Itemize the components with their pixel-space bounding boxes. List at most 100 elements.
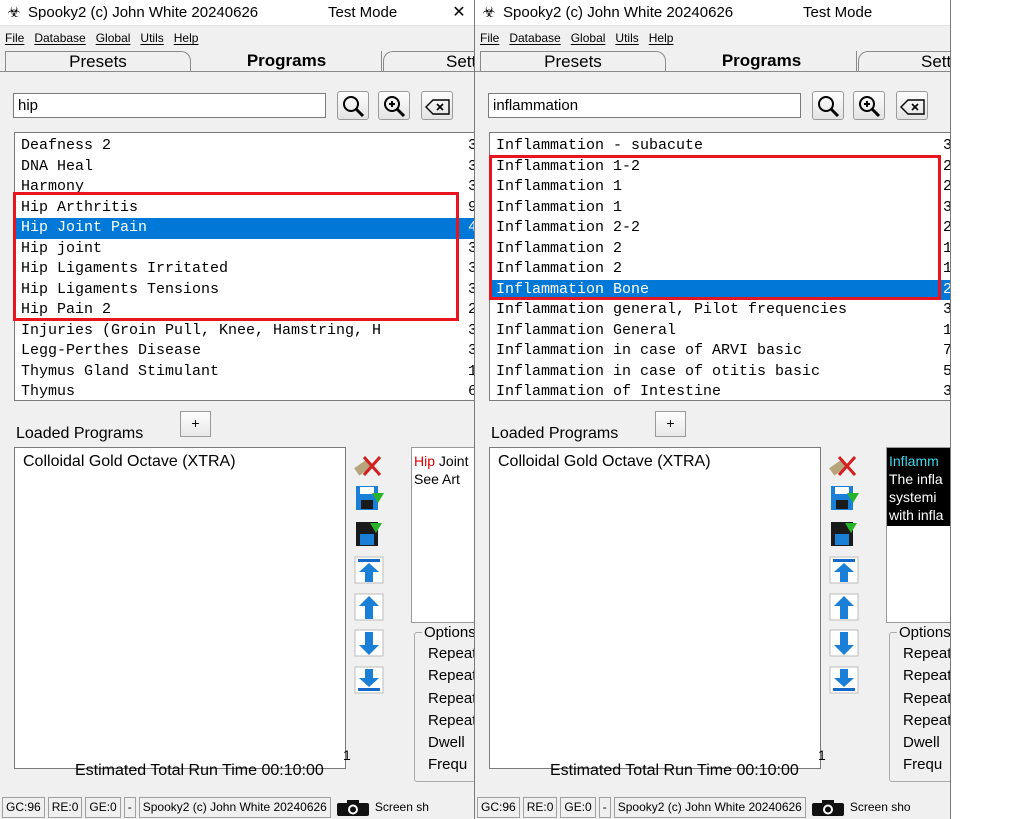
program-search-results[interactable]: Deafness 23DNA Heal3Harmony3Hip Arthriti… [14, 132, 475, 401]
option-frequency[interactable]: Frequ [903, 756, 942, 773]
menu-global[interactable]: Global [96, 31, 131, 45]
program-list-item[interactable]: Inflammation Bone 2 [490, 279, 950, 300]
search-button[interactable] [812, 91, 844, 120]
program-name: Hip joint [21, 239, 103, 257]
menu-database[interactable]: Database [509, 31, 560, 45]
tab-settings[interactable]: Settings [383, 51, 475, 72]
move-down-button[interactable] [352, 628, 386, 658]
screenshot-button[interactable] [334, 797, 372, 818]
clear-search-button[interactable] [896, 91, 928, 120]
spooky-app-icon: ☣ [7, 4, 21, 21]
add-program-button[interactable]: + [180, 411, 211, 437]
save-preset-button[interactable] [352, 483, 386, 513]
move-down-icon [354, 629, 384, 657]
menu-file[interactable]: File [5, 31, 24, 45]
program-list-item[interactable]: Inflammation - subacute 3 [490, 136, 950, 157]
program-list-item[interactable]: Inflammation 1 3 [490, 198, 950, 219]
program-name: Inflammation 1 [496, 178, 623, 195]
option-repeat-1[interactable]: Repeat [428, 645, 475, 662]
program-list-item[interactable]: Inflammation of Intestine 3 [490, 382, 950, 400]
save-preset-button[interactable] [827, 483, 861, 513]
program-list-item[interactable]: Hip joint3 [15, 239, 475, 260]
program-list-item[interactable]: Harmony3 [15, 177, 475, 198]
loaded-program-item[interactable]: Colloidal Gold Octave (XTRA) [498, 453, 711, 471]
option-dwell[interactable]: Dwell [428, 734, 465, 751]
option-repeat-1[interactable]: Repeat [903, 645, 950, 662]
loaded-program-item[interactable]: Colloidal Gold Octave (XTRA) [23, 453, 236, 471]
option-repeat-2[interactable]: Repeat [428, 667, 475, 684]
close-button[interactable]: ✕ [444, 1, 474, 25]
tab-settings[interactable]: Settings [858, 51, 950, 72]
remove-program-button[interactable] [352, 449, 386, 479]
option-repeat-4[interactable]: Repeat [428, 712, 475, 729]
load-preset-button[interactable] [827, 519, 861, 549]
program-list-item[interactable]: Hip Joint Pain4 [15, 218, 475, 239]
loaded-programs-list[interactable]: Colloidal Gold Octave (XTRA) [489, 447, 821, 769]
screenshot-button[interactable] [809, 797, 847, 818]
program-list-item[interactable]: Inflammation 2-2 2 [490, 218, 950, 239]
move-down-button[interactable] [827, 628, 861, 658]
program-list-item[interactable]: Deafness 23 [15, 136, 475, 157]
search-input[interactable] [488, 93, 801, 118]
add-program-button[interactable]: + [655, 411, 686, 437]
menu-help[interactable]: Help [649, 31, 674, 45]
status-ge: GE:0 [85, 796, 121, 818]
program-count: 1 [943, 239, 950, 260]
clear-search-button[interactable] [421, 91, 453, 120]
program-list-item[interactable]: Hip Arthritis9 [15, 198, 475, 219]
tab-presets[interactable]: Presets [480, 51, 666, 72]
program-list-item[interactable]: Hip Ligaments Tensions3 [15, 280, 475, 301]
estimated-run-time: Estimated Total Run Time 00:10:00 [550, 762, 799, 779]
menu-help[interactable]: Help [174, 31, 199, 45]
load-preset-button[interactable] [352, 519, 386, 549]
search-input[interactable] [13, 93, 326, 118]
option-repeat-4[interactable]: Repeat [903, 712, 950, 729]
option-frequency[interactable]: Frequ [428, 756, 467, 773]
move-top-button[interactable] [827, 555, 861, 585]
menu-utils[interactable]: Utils [140, 31, 163, 45]
screenshot-label[interactable]: Screen sho [850, 800, 911, 814]
option-repeat-3[interactable]: Repeat [903, 690, 950, 707]
program-search-results[interactable]: Inflammation - subacute3Inflammation 1-2… [489, 132, 950, 401]
program-list-item[interactable]: Inflammation in case of otitis basic 5 [490, 362, 950, 383]
program-list-item[interactable]: Legg-Perthes Disease3 [15, 341, 475, 362]
move-bottom-button[interactable] [827, 665, 861, 695]
program-list-item[interactable]: Inflammation 2 1 [490, 259, 950, 280]
program-name: Deafness 2 [21, 137, 112, 154]
program-list-item[interactable]: Inflammation in case of ARVI basic 7 [490, 341, 950, 362]
move-top-button[interactable] [352, 555, 386, 585]
program-list-item[interactable]: Thymus Gland Stimulant1 [15, 362, 475, 383]
zoom-search-button[interactable] [853, 91, 885, 120]
menu-global[interactable]: Global [571, 31, 606, 45]
search-button[interactable] [337, 91, 369, 120]
move-bottom-button[interactable] [352, 665, 386, 695]
program-list-item[interactable]: Inflammation 1-2 2 [490, 157, 950, 178]
program-list-item[interactable]: Hip Ligaments Irritated3 [15, 259, 475, 280]
screenshot-label[interactable]: Screen sh [375, 800, 429, 814]
option-repeat-3[interactable]: Repeat [428, 690, 475, 707]
program-list-item[interactable]: Hip Pain 22 [15, 300, 475, 321]
program-name: Inflammation Bone [496, 280, 650, 298]
zoom-search-button[interactable] [378, 91, 410, 120]
tab-programs[interactable]: Programs [667, 51, 857, 72]
menu-file[interactable]: File [480, 31, 499, 45]
clear-field-icon [900, 99, 925, 115]
program-list-item[interactable]: Inflammation 2 1 [490, 239, 950, 260]
tab-programs[interactable]: Programs [192, 51, 382, 72]
loaded-programs-list[interactable]: Colloidal Gold Octave (XTRA) [14, 447, 346, 769]
remove-program-button[interactable] [827, 449, 861, 479]
option-repeat-2[interactable]: Repeat [903, 667, 950, 684]
option-dwell[interactable]: Dwell [903, 734, 940, 751]
tab-presets[interactable]: Presets [5, 51, 191, 72]
program-name: Inflammation 2 [496, 239, 623, 257]
menu-utils[interactable]: Utils [615, 31, 638, 45]
program-list-item[interactable]: Inflammation 1 2 [490, 177, 950, 198]
program-list-item[interactable]: Inflammation General 1 [490, 321, 950, 342]
program-list-item[interactable]: DNA Heal3 [15, 157, 475, 178]
move-up-button[interactable] [827, 592, 861, 622]
program-list-item[interactable]: Inflammation general, Pilot frequencies 3 [490, 300, 950, 321]
move-up-button[interactable] [352, 592, 386, 622]
program-list-item[interactable]: Injuries (Groin Pull, Knee, Hamstring, H… [15, 321, 475, 342]
program-list-item[interactable]: Thymus6 [15, 382, 475, 400]
menu-database[interactable]: Database [34, 31, 85, 45]
